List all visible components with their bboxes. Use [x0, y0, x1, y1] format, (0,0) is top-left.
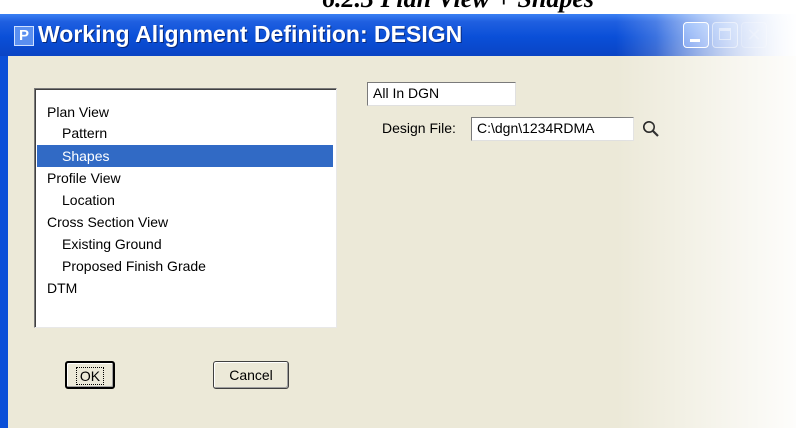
title-bar[interactable]: P Working Alignment Definition: DESIGN ✕ — [0, 14, 796, 56]
tree-item-pattern[interactable]: Pattern — [37, 122, 333, 144]
tree-item-shapes[interactable]: Shapes — [37, 145, 333, 167]
window-border — [0, 56, 8, 428]
tree-item-existing-ground[interactable]: Existing Ground — [37, 233, 333, 255]
search-icon[interactable] — [641, 119, 661, 139]
tree-item-location[interactable]: Location — [37, 189, 333, 211]
ok-button[interactable]: OK — [65, 361, 115, 389]
app-logo-icon: P — [14, 26, 34, 46]
cancel-button[interactable]: Cancel — [213, 361, 289, 389]
tree-item-proposed-finish-grade[interactable]: Proposed Finish Grade — [37, 255, 333, 277]
tree-item-plan-view[interactable]: Plan View — [37, 101, 333, 123]
ok-button-label: OK — [75, 367, 105, 385]
options-tree[interactable]: Plan View Pattern Shapes Profile View Lo… — [34, 88, 337, 328]
right-fade — [616, 14, 796, 428]
page-heading: 6.2.3 Plan View + Shapes — [0, 0, 796, 14]
tree-item-cross-section-view[interactable]: Cross Section View — [37, 211, 333, 233]
title-fade — [656, 14, 796, 56]
tree-item-profile-view[interactable]: Profile View — [37, 167, 333, 189]
window-title: Working Alignment Definition: DESIGN — [38, 21, 463, 47]
source-field[interactable]: All In DGN — [367, 82, 516, 106]
dialog-window: P Working Alignment Definition: DESIGN ✕… — [0, 14, 796, 428]
design-file-label: Design File: — [382, 120, 456, 136]
tree-item-dtm[interactable]: DTM — [37, 277, 333, 299]
design-file-input[interactable]: C:\dgn\1234RDMA — [471, 117, 634, 141]
